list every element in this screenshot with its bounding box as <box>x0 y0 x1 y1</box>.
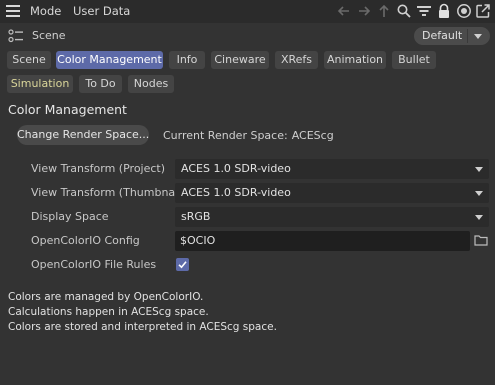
ocio-file-rules-checkbox[interactable] <box>176 258 189 271</box>
dropdown-value: ACES 1.0 SDR-video <box>181 186 291 199</box>
hamburger-icon[interactable] <box>6 5 20 17</box>
arrow-right-icon[interactable] <box>356 3 372 19</box>
menu-user-data[interactable]: User Data <box>73 4 130 18</box>
filter-icon[interactable] <box>416 3 432 19</box>
arrow-up-icon[interactable] <box>376 3 392 19</box>
info-line: Colors are stored and interpreted in ACE… <box>8 321 277 333</box>
info-line: Calculations happen in ACEScg space. <box>8 306 209 318</box>
scene-label: Scene <box>32 29 66 42</box>
target-icon[interactable] <box>456 3 472 19</box>
change-render-space-button[interactable]: Change Render Space... <box>17 125 149 145</box>
tab-bullet[interactable]: Bullet <box>392 51 436 69</box>
view-transform-thumbnails-dropdown[interactable]: ACES 1.0 SDR-video <box>175 183 489 203</box>
chevron-down-icon <box>475 191 483 196</box>
menu-mode[interactable]: Mode <box>30 4 61 18</box>
view-transform-project-label: View Transform (Project) <box>31 162 166 175</box>
tab-to-do[interactable]: To Do <box>79 75 122 93</box>
ocio-file-rules-label: OpenColorIO File Rules <box>31 258 157 271</box>
tab-animation[interactable]: Animation <box>324 51 386 69</box>
folder-icon[interactable] <box>474 234 488 246</box>
checkmark-icon <box>178 261 187 269</box>
current-render-space-label: Current Render Space: <box>163 129 288 142</box>
tab-color-management[interactable]: Color Management <box>56 51 163 69</box>
preset-divider <box>467 29 468 43</box>
new-window-icon[interactable] <box>475 3 491 19</box>
tab-info[interactable]: Info <box>169 51 205 69</box>
display-space-dropdown[interactable]: sRGB <box>175 207 489 227</box>
chevron-down-icon <box>474 34 482 39</box>
chevron-down-icon <box>475 167 483 172</box>
tab-cineware[interactable]: Cineware <box>211 51 269 69</box>
preset-value: Default <box>422 29 463 42</box>
current-render-space-value: ACEScg <box>291 129 334 142</box>
chevron-down-icon <box>475 215 483 220</box>
dropdown-value: sRGB <box>181 210 211 223</box>
scene-settings-icon <box>8 29 24 43</box>
section-title: Color Management <box>8 102 127 117</box>
ocio-config-value: $OCIO <box>180 234 216 247</box>
tab-xrefs[interactable]: XRefs <box>275 51 318 69</box>
info-line: Colors are managed by OpenColorIO. <box>8 291 204 303</box>
view-transform-project-dropdown[interactable]: ACES 1.0 SDR-video <box>175 159 489 179</box>
menu-bar: Mode User Data <box>0 0 495 23</box>
tab-scene[interactable]: Scene <box>7 51 51 69</box>
display-space-label: Display Space <box>31 210 109 223</box>
preset-dropdown[interactable]: Default <box>414 27 490 45</box>
ocio-config-input[interactable]: $OCIO <box>175 231 470 251</box>
arrow-left-icon[interactable] <box>336 3 352 19</box>
lock-icon[interactable] <box>436 3 452 19</box>
tab-simulation[interactable]: Simulation <box>7 75 73 93</box>
dropdown-value: ACES 1.0 SDR-video <box>181 162 291 175</box>
view-transform-thumbnails-label: View Transform (Thumbnails) <box>31 186 192 199</box>
search-icon[interactable] <box>396 3 412 19</box>
current-render-space: Current Render Space: ACEScg <box>163 129 334 142</box>
ocio-config-label: OpenColorIO Config <box>31 234 140 247</box>
tab-nodes[interactable]: Nodes <box>128 75 174 93</box>
